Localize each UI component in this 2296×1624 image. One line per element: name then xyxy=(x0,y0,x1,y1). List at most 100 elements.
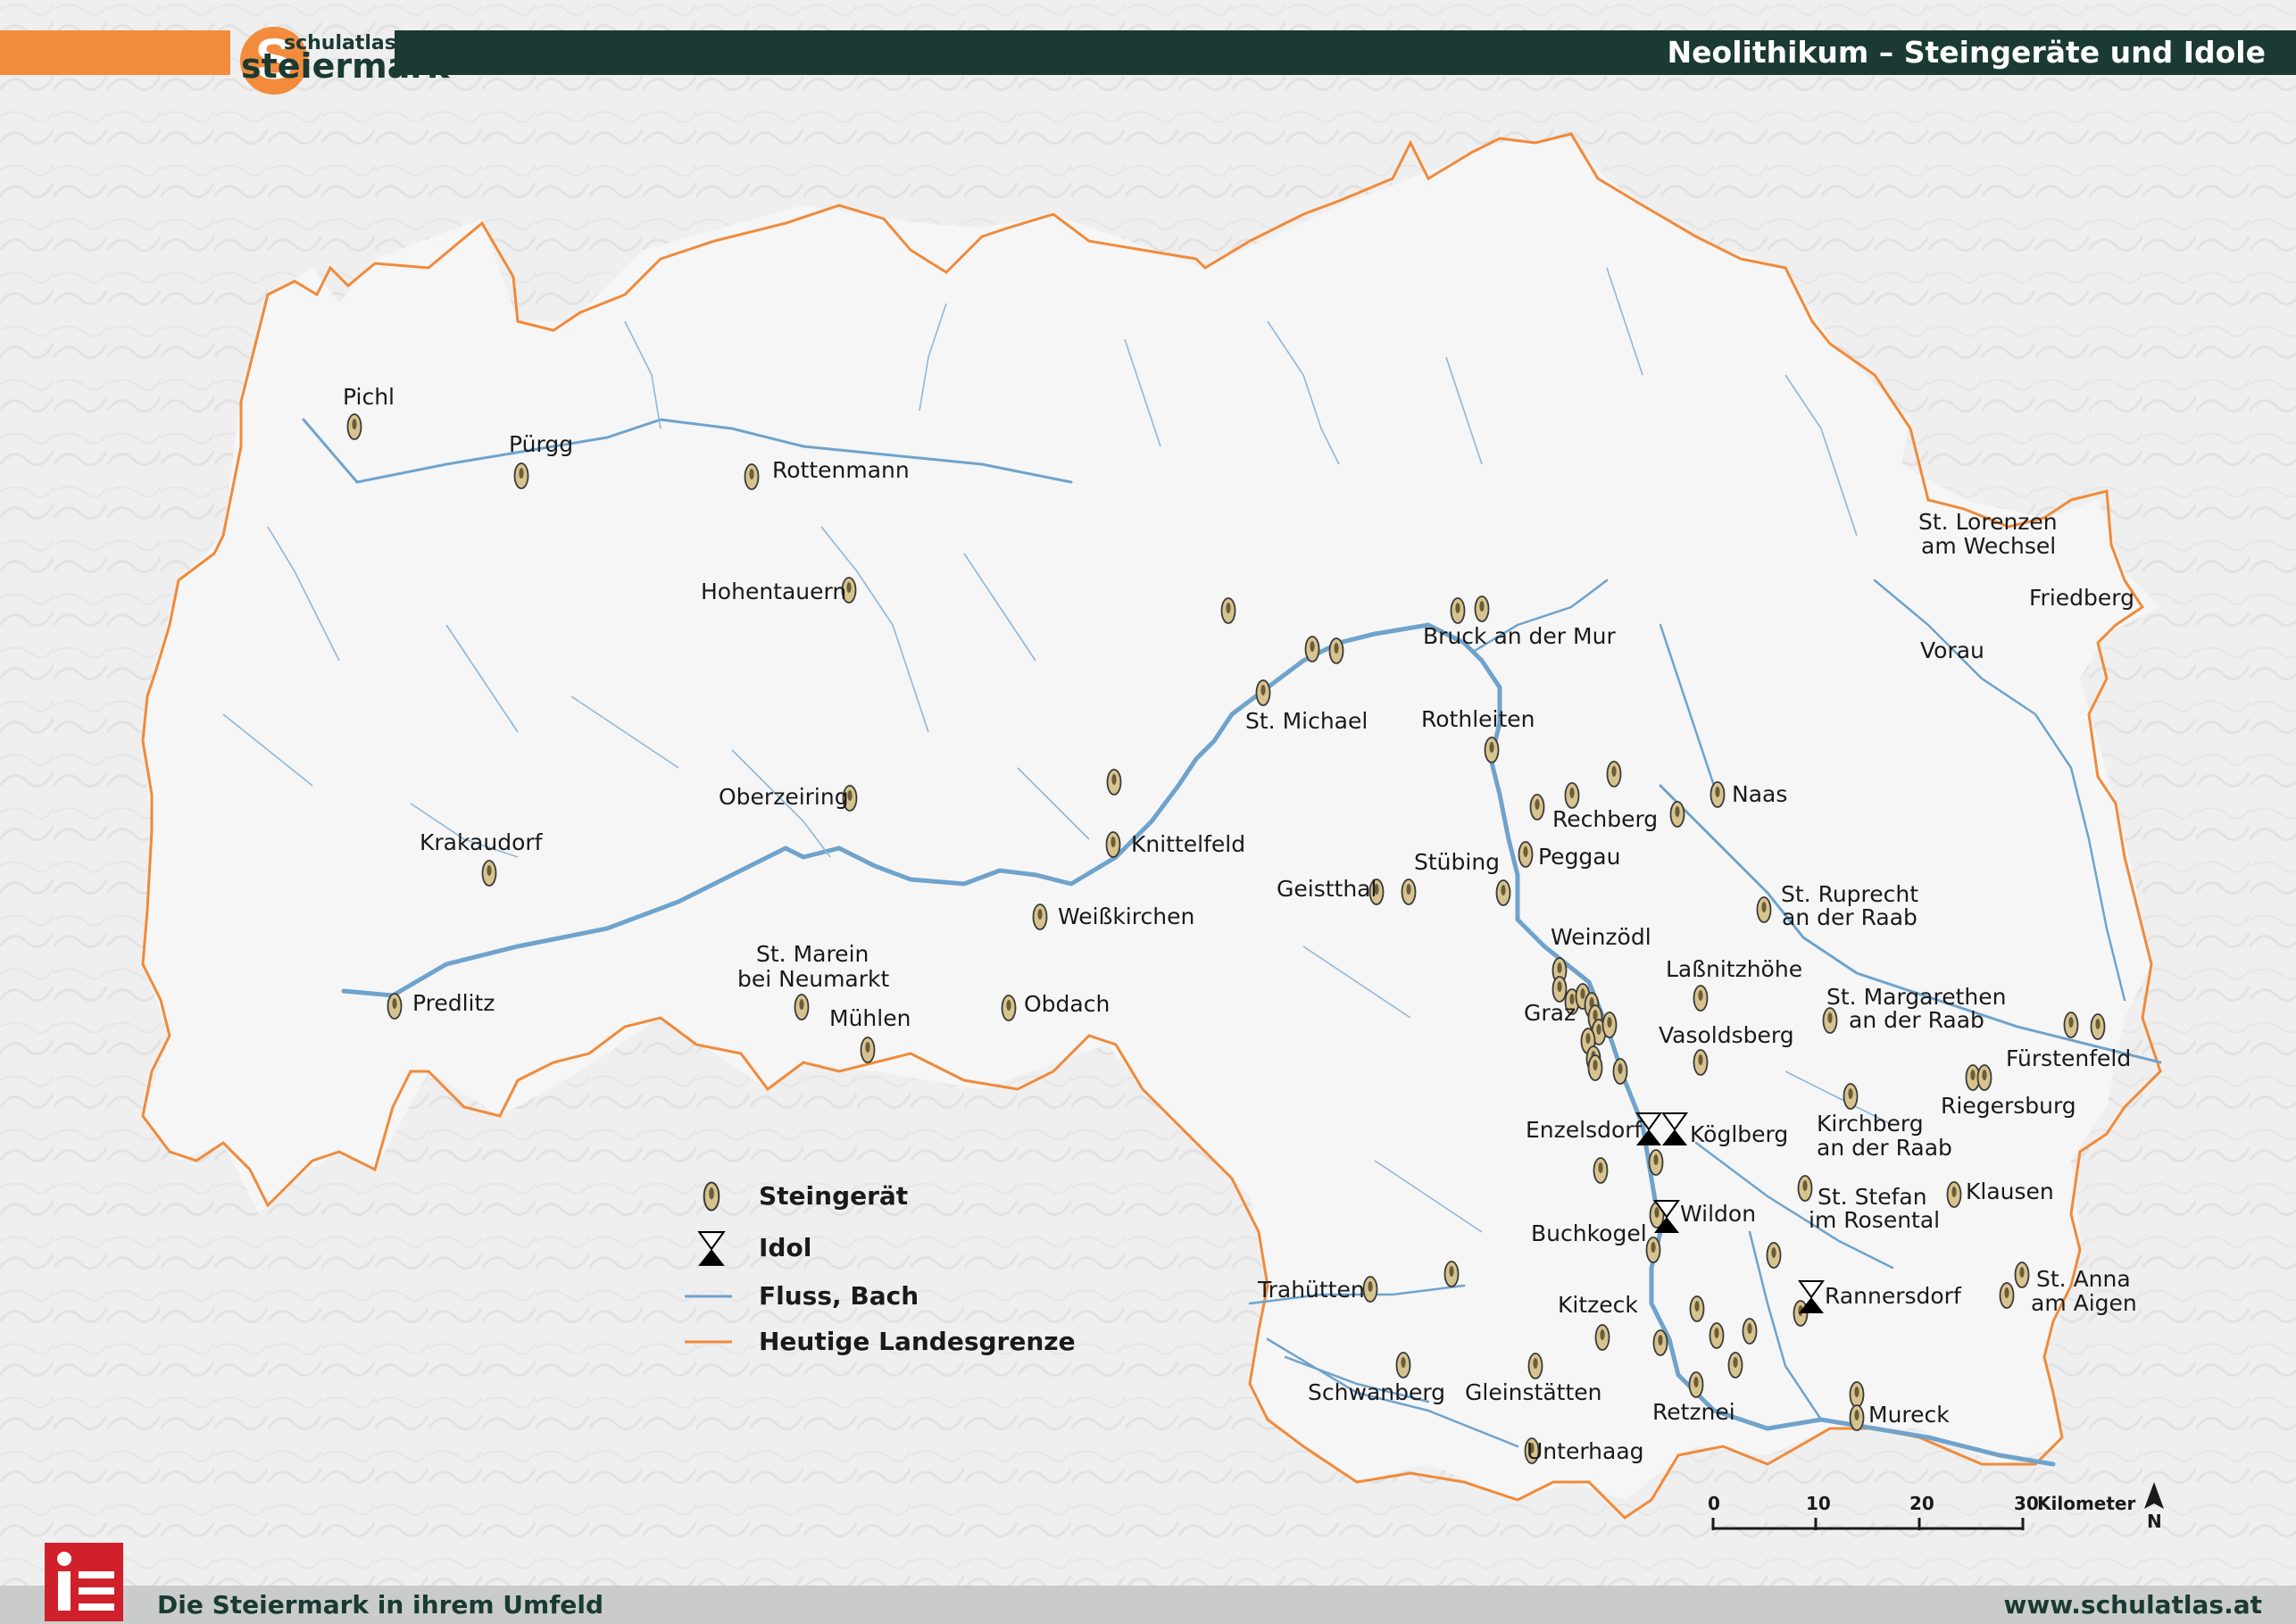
scale-tick-30: 30 xyxy=(2014,1493,2039,1514)
artifact-marker xyxy=(2090,1013,2106,1040)
artifact-marker xyxy=(2014,1262,2030,1288)
place-label: an der Raab xyxy=(1817,1135,1952,1161)
artifact-marker xyxy=(1105,831,1121,858)
place-label: Buchkogel xyxy=(1531,1220,1647,1246)
place-label: Klausen xyxy=(1966,1178,2054,1204)
artifact-marker xyxy=(1849,1381,1865,1408)
place-label: Oberzeiring xyxy=(719,784,849,810)
artifact-marker xyxy=(1529,794,1545,820)
artifact-marker xyxy=(1766,1242,1782,1269)
place-label: St. Marein xyxy=(756,941,869,967)
place-label: am Wechsel xyxy=(1921,533,2057,559)
place-label: bei Neumarkt xyxy=(737,966,890,992)
place-label: Vasoldsberg xyxy=(1659,1022,1794,1048)
artifact-marker xyxy=(1612,1058,1628,1085)
place-label: St. Michael xyxy=(1245,708,1368,734)
place-label: Weißkirchen xyxy=(1058,904,1195,929)
place-label: Mureck xyxy=(1868,1402,1950,1428)
scale-tick-10: 10 xyxy=(1806,1493,1831,1514)
place-label: Enzelsdorf xyxy=(1526,1117,1643,1143)
place-label: Hohentauern xyxy=(701,579,847,604)
artifact-marker xyxy=(1593,1157,1609,1184)
place-label: Friedberg xyxy=(2029,585,2134,611)
artifact-marker xyxy=(1518,841,1534,868)
place-label: Schwanberg xyxy=(1308,1379,1446,1405)
place-label: Pichl xyxy=(343,384,395,410)
place-label: Rechberg xyxy=(1552,806,1659,832)
place-label: Gleinstätten xyxy=(1465,1379,1602,1405)
artifact-marker xyxy=(1601,1012,1618,1038)
artifact-marker xyxy=(1606,761,1622,787)
place-label: Unterhaag xyxy=(1527,1438,1644,1464)
place-label: Fürstenfeld xyxy=(2006,1045,2132,1071)
place-label: Rothleiten xyxy=(1421,706,1535,732)
artifact-marker xyxy=(1946,1181,1962,1208)
artifact-marker xyxy=(1822,1007,1838,1034)
legend-label-idol: Idol xyxy=(759,1233,812,1262)
artifact-marker xyxy=(1843,1083,1859,1110)
artifact-marker xyxy=(1362,1276,1378,1303)
place-label: Vorau xyxy=(1920,637,1984,663)
place-label: an der Raab xyxy=(1782,904,1917,930)
place-label: Weinzödl xyxy=(1551,924,1651,950)
scale-unit: Kilometer xyxy=(2037,1493,2136,1514)
footer-title: Die Steiermark in ihrem Umfeld xyxy=(157,1590,604,1620)
artifact-marker xyxy=(1001,995,1017,1021)
artifact-marker xyxy=(1328,637,1344,664)
artifact-marker xyxy=(1710,781,1726,808)
artifact-marker xyxy=(1688,1371,1704,1398)
place-label: Riegersburg xyxy=(1941,1093,2076,1119)
place-label: Obdach xyxy=(1024,991,1111,1017)
artifact-marker xyxy=(1106,769,1122,795)
place-label: Trahütten xyxy=(1258,1277,1365,1303)
place-label: Laßnitzhöhe xyxy=(1666,956,1803,982)
artifact-marker xyxy=(513,462,529,489)
place-label: Mühlen xyxy=(829,1005,911,1031)
place-label: Predlitz xyxy=(412,990,495,1016)
place-label: Kitzeck xyxy=(1558,1292,1638,1318)
place-label: Graz xyxy=(1524,1000,1576,1026)
artifact-marker xyxy=(1976,1064,1992,1091)
place-label: St. Lorenzen xyxy=(1918,509,2058,535)
artifact-marker xyxy=(2063,1012,2079,1038)
artifact-marker xyxy=(1693,1049,1709,1076)
place-label: Pürgg xyxy=(509,431,574,457)
artifact-marker xyxy=(1527,1353,1543,1379)
artifact-marker xyxy=(1669,801,1685,828)
artifact-marker xyxy=(1727,1352,1743,1378)
artifact-marker xyxy=(1443,1261,1460,1287)
place-label: Krakaudorf xyxy=(420,829,543,855)
artifact-marker xyxy=(1797,1175,1813,1202)
place-label: Naas xyxy=(1732,781,1788,807)
artifact-marker xyxy=(744,463,760,490)
scale-tick-20: 20 xyxy=(1909,1493,1934,1514)
place-label: Knittelfeld xyxy=(1131,831,1246,857)
artifact-marker xyxy=(1450,597,1466,624)
place-label: Stübing xyxy=(1414,849,1501,875)
header-accent-bar xyxy=(0,30,230,75)
place-label: Peggau xyxy=(1538,844,1621,870)
legend-label-border: Heutige Landesgrenze xyxy=(759,1327,1076,1356)
artifact-marker xyxy=(1648,1149,1664,1176)
place-label: Retznei xyxy=(1652,1399,1735,1425)
footer-link[interactable]: www.schulatlas.at xyxy=(2003,1586,2262,1624)
place-label: St. Anna xyxy=(2036,1266,2131,1292)
place-label: Bruck an der Mur xyxy=(1423,623,1616,649)
artifact-marker xyxy=(1564,782,1580,809)
artifact-marker xyxy=(1652,1329,1668,1356)
map-canvas xyxy=(0,0,2296,1624)
place-label: an der Raab xyxy=(1849,1007,1984,1033)
artifact-marker xyxy=(1999,1282,2015,1309)
artifact-marker xyxy=(1742,1318,1758,1345)
scale-tick-0: 0 xyxy=(1708,1493,1720,1514)
north-label: N xyxy=(2147,1511,2162,1532)
place-label: Rannersdorf xyxy=(1825,1283,1961,1309)
artifact-marker xyxy=(1645,1237,1661,1263)
artifact-marker xyxy=(1304,636,1320,662)
artifact-marker xyxy=(1484,737,1500,763)
artifact-marker xyxy=(1474,595,1490,622)
place-label: am Aigen xyxy=(2031,1290,2137,1316)
artifact-marker xyxy=(1401,879,1417,905)
artifact-marker xyxy=(1709,1322,1725,1349)
place-label: im Rosental xyxy=(1809,1207,1941,1233)
